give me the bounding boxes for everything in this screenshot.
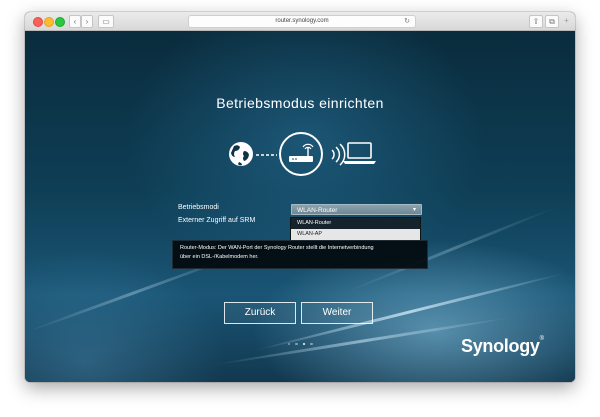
new-tab-button[interactable]: + (562, 15, 571, 26)
sidebar-icon[interactable]: ▭ (98, 15, 114, 28)
dropdown-option-wlan-router[interactable]: WLAN-Router (291, 218, 420, 229)
router-icon (279, 132, 323, 176)
forward-nav-button[interactable]: › (81, 15, 93, 28)
minimize-window-button[interactable] (44, 17, 54, 27)
back-button[interactable]: Zurück (224, 302, 296, 324)
selected-mode-value: WLAN-Router (297, 207, 338, 214)
back-nav-button[interactable]: ‹ (69, 15, 81, 28)
step-dot (295, 342, 298, 345)
srm-access-label: Externer Zugriff auf SRM (178, 217, 256, 224)
mode-info-box: Router-Modus: Der WAN-Port der Synology … (172, 240, 428, 269)
synology-logo: Synology® (461, 336, 544, 357)
globe-icon (229, 142, 253, 166)
step-dot-active (302, 342, 305, 345)
browser-toolbar: ‹ › ▭ router.synology.com ↻ ⇪ ⧉ + (25, 12, 575, 31)
info-text-line: Router-Modus: Der WAN-Port der Synology … (180, 245, 374, 251)
zoom-window-button[interactable] (55, 17, 65, 27)
browser-window: ‹ › ▭ router.synology.com ↻ ⇪ ⧉ + Betrie… (25, 12, 575, 382)
laptop-icon (343, 142, 376, 164)
close-window-button[interactable] (33, 17, 43, 27)
logo-mark: ® (539, 336, 544, 342)
logo-text: Synology (461, 336, 540, 356)
wizard-page: Betriebsmodus einrichten Betriebsmodi Ex… (25, 31, 575, 382)
mode-select[interactable]: WLAN-Router ▾ (291, 204, 422, 215)
dropdown-option-wlan-ap[interactable]: WLAN-AP (291, 229, 420, 240)
chevron-down-icon: ▾ (412, 207, 416, 213)
address-bar[interactable]: router.synology.com ↻ (188, 15, 416, 28)
reload-icon[interactable]: ↻ (404, 16, 410, 27)
step-dot (310, 342, 313, 345)
mode-dropdown-list: WLAN-Router WLAN-AP (290, 217, 421, 241)
url-text: router.synology.com (275, 18, 329, 24)
next-button[interactable]: Weiter (301, 302, 373, 324)
share-icon[interactable]: ⇪ (529, 15, 543, 28)
step-dot (287, 342, 290, 345)
page-title: Betriebsmodus einrichten (216, 95, 384, 111)
wifi-signal-icon (331, 143, 346, 166)
mode-label: Betriebsmodi (178, 204, 219, 211)
tabs-icon[interactable]: ⧉ (545, 15, 559, 28)
info-text-line: über ein DSL-/Kabelmodem her. (180, 254, 259, 260)
